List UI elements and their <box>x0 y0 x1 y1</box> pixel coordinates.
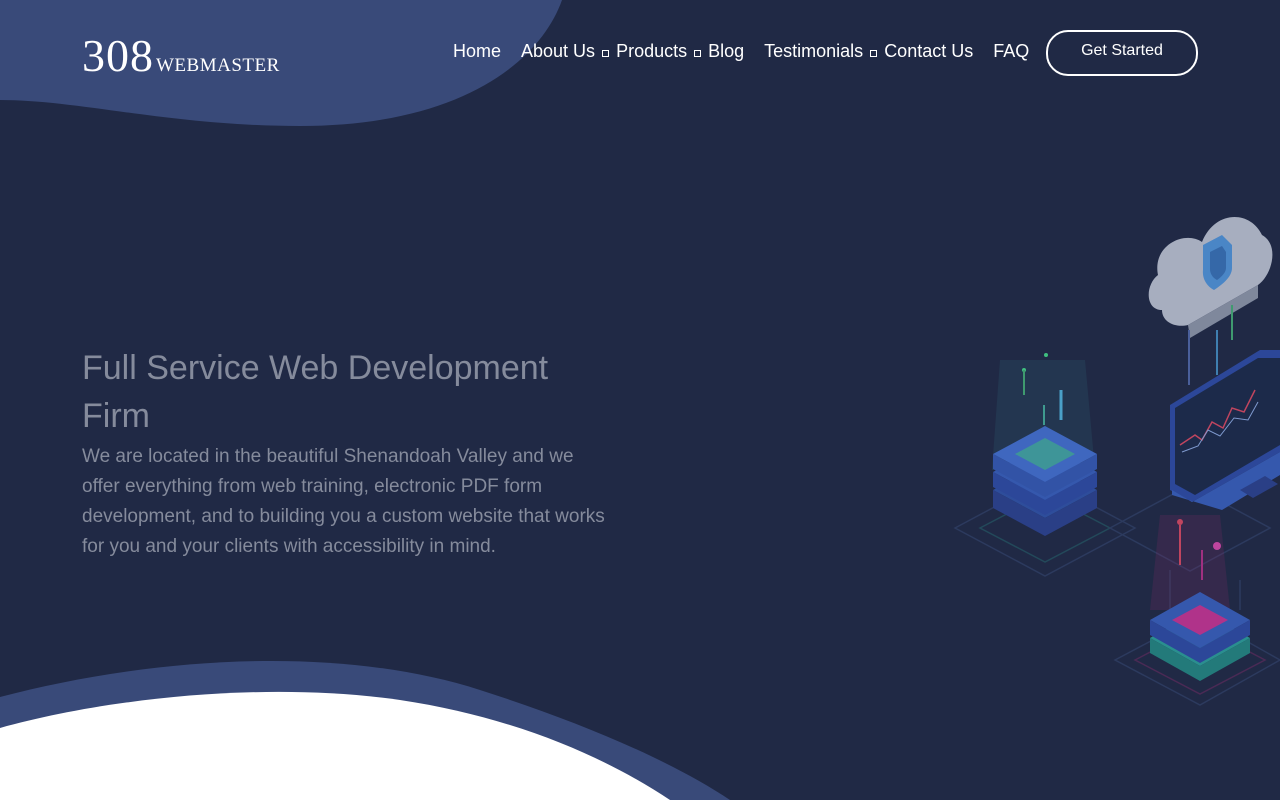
logo-word: WEBMASTER <box>156 55 280 76</box>
products-dropdown-icon[interactable] <box>694 49 702 57</box>
get-started-button[interactable]: Get Started <box>1046 30 1198 76</box>
about-us-dropdown-icon[interactable] <box>602 49 610 57</box>
hero-illustration <box>953 217 1280 706</box>
nav-item-products[interactable]: Products <box>616 41 687 62</box>
server-stack-pink-icon <box>1150 515 1250 681</box>
nav-item-home[interactable]: Home <box>453 41 501 62</box>
laptop-chart-icon <box>1170 350 1280 510</box>
hero-title: Full Service Web Development Firm <box>82 349 549 435</box>
main-nav: Home About Us Products Blog Testimonials… <box>453 39 1029 63</box>
logo-number: 308 <box>82 30 154 81</box>
testimonials-dropdown-icon[interactable] <box>870 49 878 57</box>
hero-description: We are located in the beautiful Shenando… <box>82 446 605 557</box>
hero-section: Full Service Web Development Firm We are… <box>82 344 622 562</box>
nav-item-blog[interactable]: Blog <box>708 41 744 62</box>
nav-item-faq[interactable]: FAQ <box>993 41 1029 62</box>
site-logo[interactable]: 308 WEBMASTER <box>82 33 280 79</box>
server-stack-icon <box>992 353 1097 536</box>
nav-item-about-us[interactable]: About Us <box>521 41 595 62</box>
site-header: 308 WEBMASTER Home About Us Products Blog… <box>0 0 1280 100</box>
nav-item-testimonials[interactable]: Testimonials <box>764 41 863 62</box>
nav-item-contact-us[interactable]: Contact Us <box>884 41 973 62</box>
